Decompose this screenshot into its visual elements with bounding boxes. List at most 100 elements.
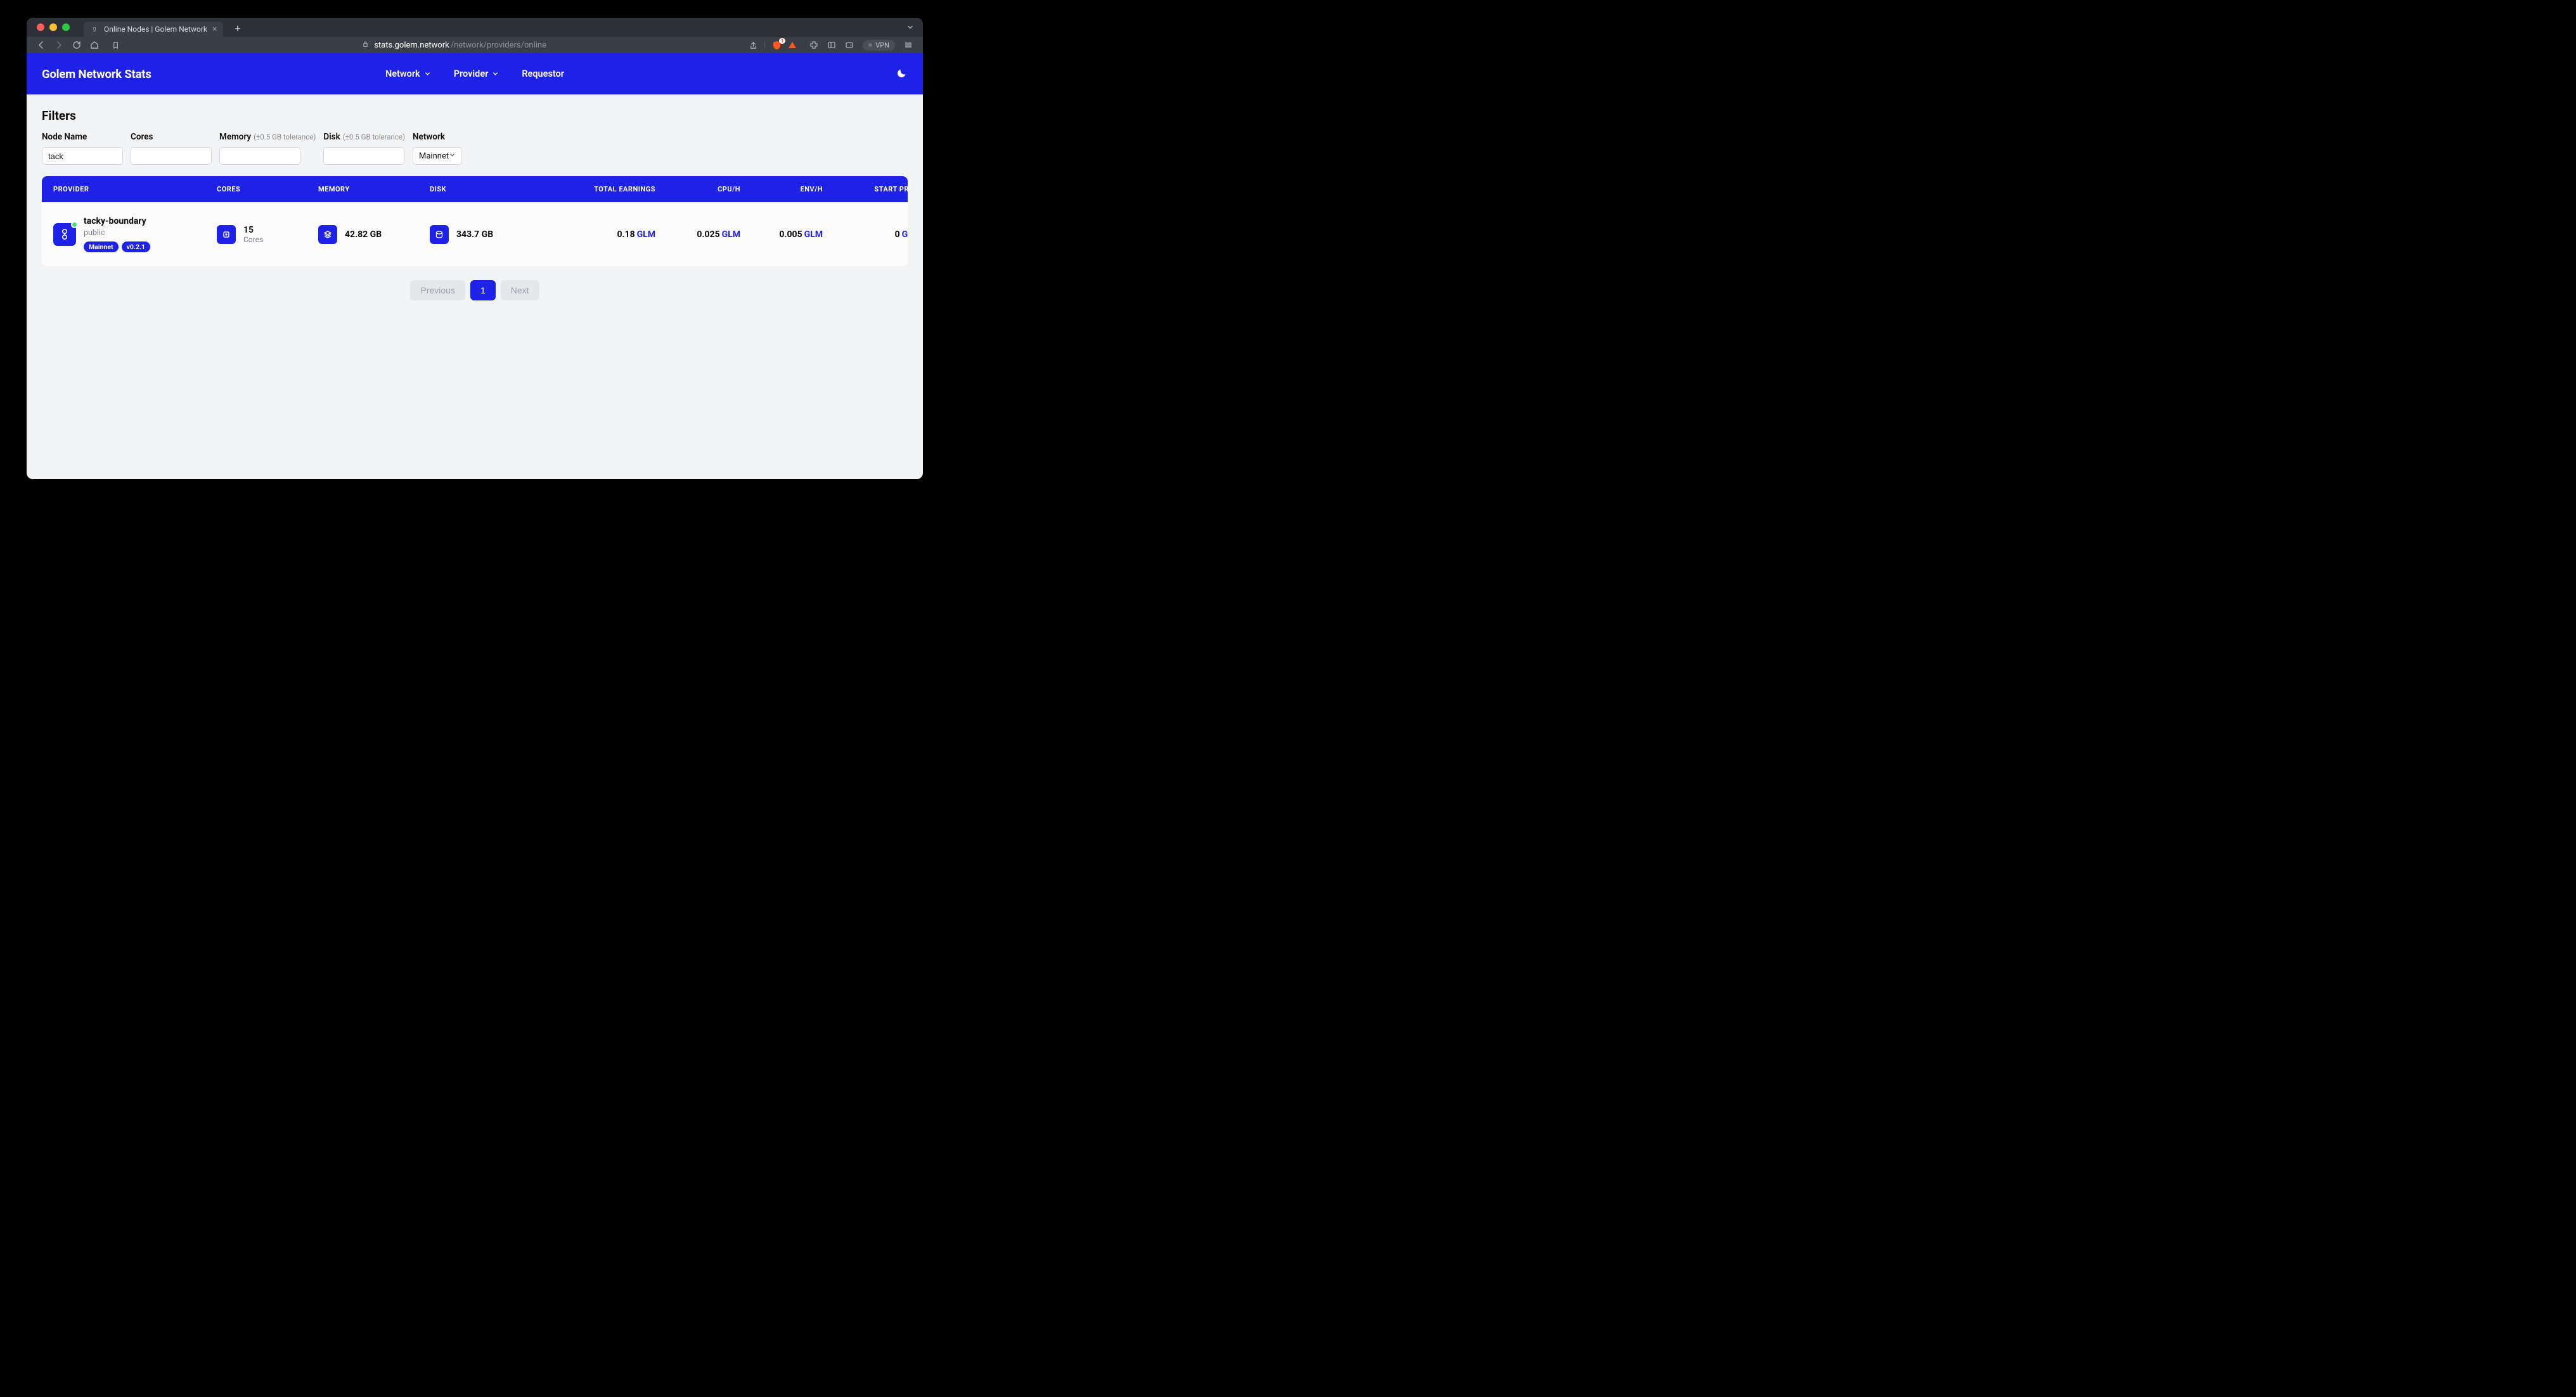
filter-cores: Cores — [131, 132, 212, 165]
chevron-down-icon — [492, 70, 499, 77]
nav-provider-label: Provider — [454, 68, 489, 79]
reload-icon[interactable] — [72, 41, 81, 49]
url-host: stats.golem.network — [374, 41, 449, 50]
vpn-status-dot — [868, 43, 872, 47]
th-cpu-h[interactable]: CPU/H — [655, 185, 740, 193]
table-row[interactable]: tacky-boundary public Mainnet v0.2.1 — [42, 202, 908, 266]
site-header: Golem Network Stats Network Provider Req… — [27, 53, 923, 94]
home-icon[interactable] — [90, 41, 99, 49]
badge-network: Mainnet — [84, 241, 119, 252]
chevron-down-icon — [424, 70, 431, 77]
extensions-icon[interactable] — [809, 41, 818, 49]
tab-title: Online Nodes | Golem Network — [104, 25, 207, 34]
cpu-h-cell: 0.025GLM — [655, 229, 740, 240]
url-bar[interactable]: stats.golem.network/network/providers/on… — [106, 41, 802, 50]
filter-memory-sublabel: (±0.5 GB tolerance) — [254, 132, 316, 141]
vpn-label: VPN — [875, 41, 889, 49]
env-h-cell: 0.005GLM — [740, 229, 823, 240]
wallet-icon[interactable] — [845, 41, 854, 49]
th-disk[interactable]: DISK — [430, 185, 541, 193]
main-nav: Network Provider Requestor — [385, 68, 564, 79]
filter-node-name-input[interactable] — [42, 147, 123, 165]
nav-back-icon[interactable] — [37, 41, 46, 49]
nav-network-label: Network — [385, 68, 420, 79]
new-tab-button[interactable]: + — [235, 22, 240, 34]
th-provider[interactable]: PROVIDER — [53, 185, 217, 193]
filter-cores-input[interactable] — [131, 147, 212, 165]
cpu-h-value: 0.025 — [697, 229, 719, 240]
filter-memory: Memory(±0.5 GB tolerance) — [219, 132, 316, 165]
currency-label: GLM — [804, 229, 823, 240]
filter-memory-input[interactable] — [219, 147, 300, 165]
page-body: Golem Network Stats Network Provider Req… — [27, 53, 923, 479]
currency-label: GLM — [722, 229, 740, 240]
menu-icon[interactable] — [904, 41, 913, 49]
table-header: PROVIDER CORES MEMORY DISK TOTAL EARNING… — [42, 176, 908, 202]
browser-tab[interactable]: g Online Nodes | Golem Network × — [84, 22, 223, 37]
memory-cell: 42.82 GB — [318, 225, 430, 244]
cores-value: 15 — [243, 225, 263, 235]
sidebar-icon[interactable] — [827, 41, 836, 49]
window-minimize-button[interactable] — [49, 23, 57, 31]
total-earnings-cell: 0.18GLM — [541, 229, 655, 240]
cores-cell: 15 Cores — [217, 225, 318, 244]
shield-count: 1 — [779, 38, 786, 44]
brand-title[interactable]: Golem Network Stats — [42, 67, 151, 81]
start-price-value: 0 — [895, 229, 900, 240]
env-h-value: 0.005 — [779, 229, 802, 240]
lock-icon — [362, 41, 369, 50]
shield-icon[interactable]: 1 — [772, 41, 782, 50]
th-start-price[interactable]: START PRICE — [823, 185, 908, 193]
provider-avatar-icon — [53, 223, 76, 246]
share-icon[interactable] — [749, 41, 757, 49]
vpn-pill[interactable]: VPN — [863, 40, 895, 51]
badge-version: v0.2.1 — [122, 241, 150, 252]
nav-requestor-label: Requestor — [522, 68, 564, 79]
filters-title: Filters — [42, 108, 908, 123]
warning-icon[interactable] — [788, 41, 797, 49]
memory-icon — [318, 225, 337, 244]
nav-requestor[interactable]: Requestor — [522, 68, 564, 79]
chevron-down-icon — [449, 151, 456, 161]
filter-disk-label: Disk(±0.5 GB tolerance) — [323, 132, 405, 142]
filters-row: Node Name Cores Memory(±0.5 GB tolerance… — [42, 132, 908, 165]
provider-subnet: public — [84, 228, 150, 238]
nav-network[interactable]: Network — [385, 68, 431, 79]
filter-disk-input[interactable] — [323, 147, 404, 165]
window-close-button[interactable] — [37, 23, 44, 31]
filter-cores-label: Cores — [131, 132, 212, 142]
provider-name: tacky-boundary — [84, 216, 150, 226]
nav-provider[interactable]: Provider — [454, 68, 499, 79]
bookmark-icon[interactable] — [112, 41, 120, 49]
th-cores[interactable]: CORES — [217, 185, 318, 193]
page-content: Filters Node Name Cores Memory(±0.5 GB t… — [27, 94, 923, 314]
window-maximize-button[interactable] — [62, 23, 70, 31]
filter-disk: Disk(±0.5 GB tolerance) — [323, 132, 405, 165]
prev-page-button[interactable]: Previous — [410, 280, 465, 300]
total-earnings-value: 0.18 — [617, 229, 634, 240]
theme-toggle-button[interactable] — [896, 67, 908, 81]
filter-node-name: Node Name — [42, 132, 123, 165]
currency-label: GLM — [902, 229, 908, 240]
th-total-earnings[interactable]: TOTAL EARNINGS — [541, 185, 655, 193]
currency-label: GLM — [637, 229, 655, 240]
filter-node-name-label: Node Name — [42, 132, 123, 142]
next-page-button[interactable]: Next — [501, 280, 539, 300]
cpu-icon — [217, 225, 236, 244]
nav-forward-icon[interactable] — [55, 41, 63, 49]
tab-close-icon[interactable]: × — [212, 24, 217, 34]
tab-bar: g Online Nodes | Golem Network × + — [27, 18, 923, 37]
filter-network-select[interactable]: Mainnet — [413, 147, 462, 165]
memory-value: 42.82 GB — [345, 229, 382, 240]
browser-toolbar: stats.golem.network/network/providers/on… — [27, 37, 923, 53]
th-memory[interactable]: MEMORY — [318, 185, 430, 193]
browser-window: g Online Nodes | Golem Network × + — [27, 18, 923, 479]
status-online-dot — [71, 221, 78, 228]
th-env-h[interactable]: ENV/H — [740, 185, 823, 193]
page-number-button[interactable]: 1 — [470, 280, 496, 300]
tabs-dropdown-icon[interactable] — [906, 22, 914, 34]
filter-network-selected: Mainnet — [419, 151, 449, 161]
disk-icon — [430, 225, 449, 244]
provider-badges: Mainnet v0.2.1 — [84, 241, 150, 252]
tab-favicon-icon: g — [90, 25, 99, 34]
